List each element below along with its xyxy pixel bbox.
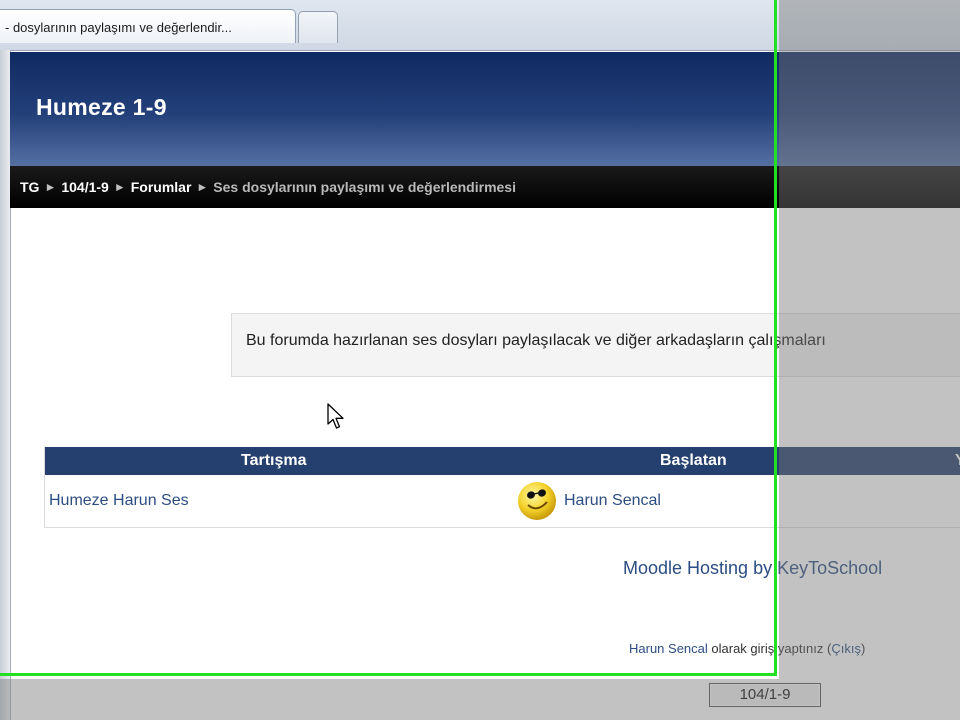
breadcrumb: TG ► 104/1-9 ► Forumlar ► Ses dosylarını… <box>10 166 960 208</box>
mouse-cursor-icon <box>327 403 344 429</box>
site-title: Humeze 1-9 <box>36 94 167 120</box>
course-home-button[interactable]: 104/1-9 <box>709 683 821 707</box>
logout-link[interactable]: Çıkış <box>831 641 861 656</box>
site-header: Humeze 1-9 <box>10 52 960 166</box>
browser-tab-title: - dosylarının paylaşımı ve değerlendir..… <box>5 20 232 35</box>
column-header-started-by[interactable]: Başlatan <box>660 452 727 470</box>
table-row: Humeze Harun Ses Harun Sencal <box>45 475 960 527</box>
browser-tab-strip: - dosylarının paylaşımı ve değerlendir..… <box>0 0 960 51</box>
browser-tab-active[interactable]: - dosylarının paylaşımı ve değerlendir..… <box>0 9 296 43</box>
breadcrumb-separator: ► <box>44 180 57 194</box>
moodle-hosting-link[interactable]: Moodle Hosting by KeyToSchool <box>623 558 882 579</box>
forum-intro-text: Bu forumda hazırlanan ses dosyları payla… <box>246 332 826 349</box>
login-info: Harun Sencal olarak giriş yaptınız (Çıkı… <box>629 641 865 656</box>
login-user-link[interactable]: Harun Sencal <box>629 641 708 656</box>
started-by-user-link[interactable]: Harun Sencal <box>564 492 661 510</box>
breadcrumb-link-forums[interactable]: Forumlar <box>131 179 192 195</box>
login-info-text: olarak giriş yaptınız ( <box>707 641 832 656</box>
breadcrumb-separator: ► <box>113 180 126 194</box>
recording-dim-overlay-bottom <box>0 679 779 720</box>
user-avatar-smiley-icon[interactable] <box>516 480 558 522</box>
breadcrumb-link-tg[interactable]: TG <box>20 179 39 195</box>
column-header-discussion[interactable]: Tartışma <box>241 452 307 470</box>
discussion-link[interactable]: Humeze Harun Ses <box>49 492 189 510</box>
table-header: Tartışma Başlatan Y <box>45 447 960 475</box>
discussion-table: Tartışma Başlatan Y Humeze Harun Ses Har… <box>44 447 960 528</box>
forum-intro-box: Bu forumda hazırlanan ses dosyları payla… <box>231 313 960 377</box>
column-header-replies[interactable]: Y <box>955 452 960 470</box>
breadcrumb-link-course[interactable]: 104/1-9 <box>61 179 108 195</box>
login-info-close: ) <box>860 641 866 656</box>
breadcrumb-separator: ► <box>196 180 209 194</box>
new-tab-button[interactable] <box>298 11 338 43</box>
breadcrumb-current-forum: Ses dosylarının paylaşımı ve değerlendir… <box>213 179 516 195</box>
